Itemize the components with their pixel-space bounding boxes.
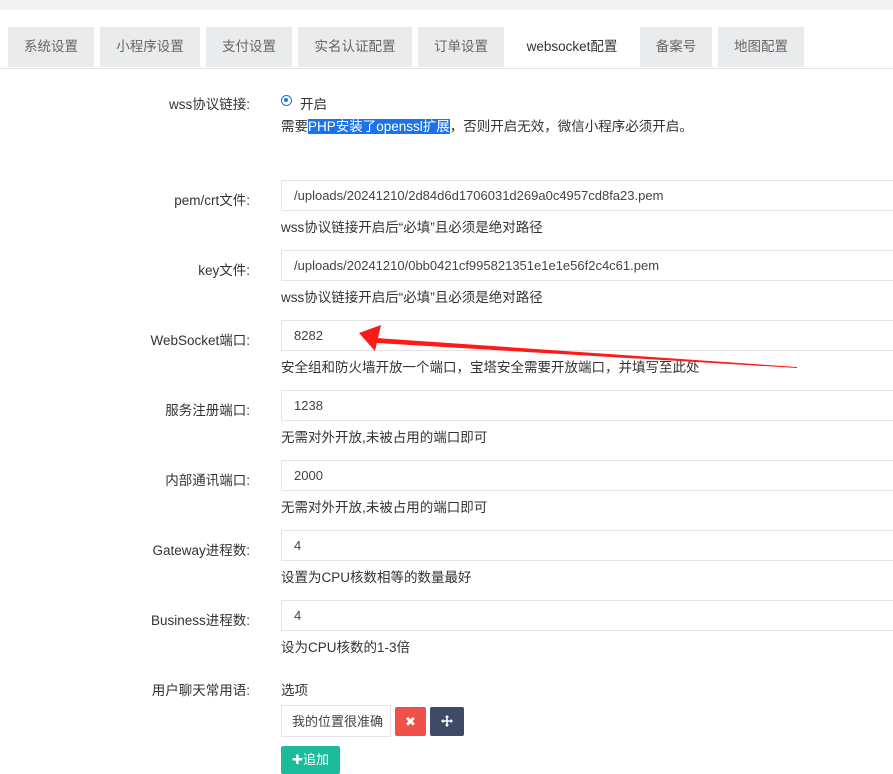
add-phrase-label: 追加 <box>302 752 329 767</box>
pem-label: pem/crt文件: <box>174 193 250 208</box>
wss-radio[interactable] <box>281 95 292 106</box>
key-input[interactable]: /uploads/20241210/0bb0421cf995821351e1e1… <box>281 250 893 281</box>
wss-help-pre: 需要 <box>281 119 308 134</box>
pem-help: wss协议链接开启后“必填”且必须是绝对路径 <box>281 220 543 235</box>
business-label: Business进程数: <box>150 613 250 628</box>
key-label: key文件: <box>198 263 250 278</box>
plus-icon: ✚ <box>292 752 303 767</box>
tab-websocket[interactable]: websocket配置 <box>510 25 634 68</box>
times-icon: ✖ <box>405 714 416 729</box>
business-help: 设为CPU核数的1-3倍 <box>281 640 411 655</box>
ws-port-label: WebSocket端口: <box>150 333 250 348</box>
wss-label: wss协议链接: <box>169 97 250 112</box>
tab-miniprogram[interactable]: 小程序设置 <box>100 27 200 67</box>
phrases-header: 选项 <box>281 683 308 698</box>
settings-tabs: 系统设置 小程序设置 支付设置 实名认证配置 订单设置 websocket配置 … <box>0 10 893 69</box>
wss-help: 需要PHP安装了openssl扩展，否则开启无效，微信小程序必须开启。 <box>281 115 693 135</box>
ws-port-input[interactable]: 8282 <box>281 320 893 351</box>
phrase-input[interactable]: 我的位置很准确 <box>281 705 391 737</box>
top-strip <box>0 0 893 10</box>
inner-port-input[interactable]: 2000 <box>281 460 893 491</box>
add-phrase-button[interactable]: ✚追加 <box>281 746 340 774</box>
register-port-help: 无需对外开放,未被占用的端口即可 <box>281 430 488 445</box>
inner-port-label: 内部通讯端口: <box>165 473 250 488</box>
phrase-delete-button[interactable]: ✖ <box>395 707 426 736</box>
tab-order[interactable]: 订单设置 <box>418 27 504 67</box>
business-input[interactable]: 4 <box>281 600 893 631</box>
gateway-input[interactable]: 4 <box>281 530 893 561</box>
wss-help-highlight: PHP安装了openssl扩展 <box>308 119 450 134</box>
tab-payment[interactable]: 支付设置 <box>206 27 292 67</box>
inner-port-help: 无需对外开放,未被占用的端口即可 <box>281 500 488 515</box>
register-port-input[interactable]: 1238 <box>281 390 893 421</box>
tab-icp[interactable]: 备案号 <box>640 27 712 67</box>
gateway-label: Gateway进程数: <box>152 543 250 558</box>
register-port-label: 服务注册端口: <box>165 403 250 418</box>
tab-map[interactable]: 地图配置 <box>718 27 804 67</box>
phrase-move-button[interactable] <box>430 707 464 736</box>
tab-realname[interactable]: 实名认证配置 <box>298 27 412 67</box>
gateway-help: 设置为CPU核数相等的数量最好 <box>281 570 472 585</box>
arrows-move-icon <box>441 715 453 727</box>
wss-option-label[interactable]: 开启 <box>300 93 327 113</box>
ws-port-help: 安全组和防火墙开放一个端口，宝塔安全需要开放端口，并填写至此处 <box>281 360 700 375</box>
key-help: wss协议链接开启后“必填”且必须是绝对路径 <box>281 290 543 305</box>
phrases-label: 用户聊天常用语: <box>151 683 250 698</box>
wss-help-post: ，否则开启无效，微信小程序必须开启。 <box>449 119 693 134</box>
pem-input[interactable]: /uploads/20241210/2d84d6d1706031d269a0c4… <box>281 180 893 211</box>
tab-system[interactable]: 系统设置 <box>8 27 94 67</box>
